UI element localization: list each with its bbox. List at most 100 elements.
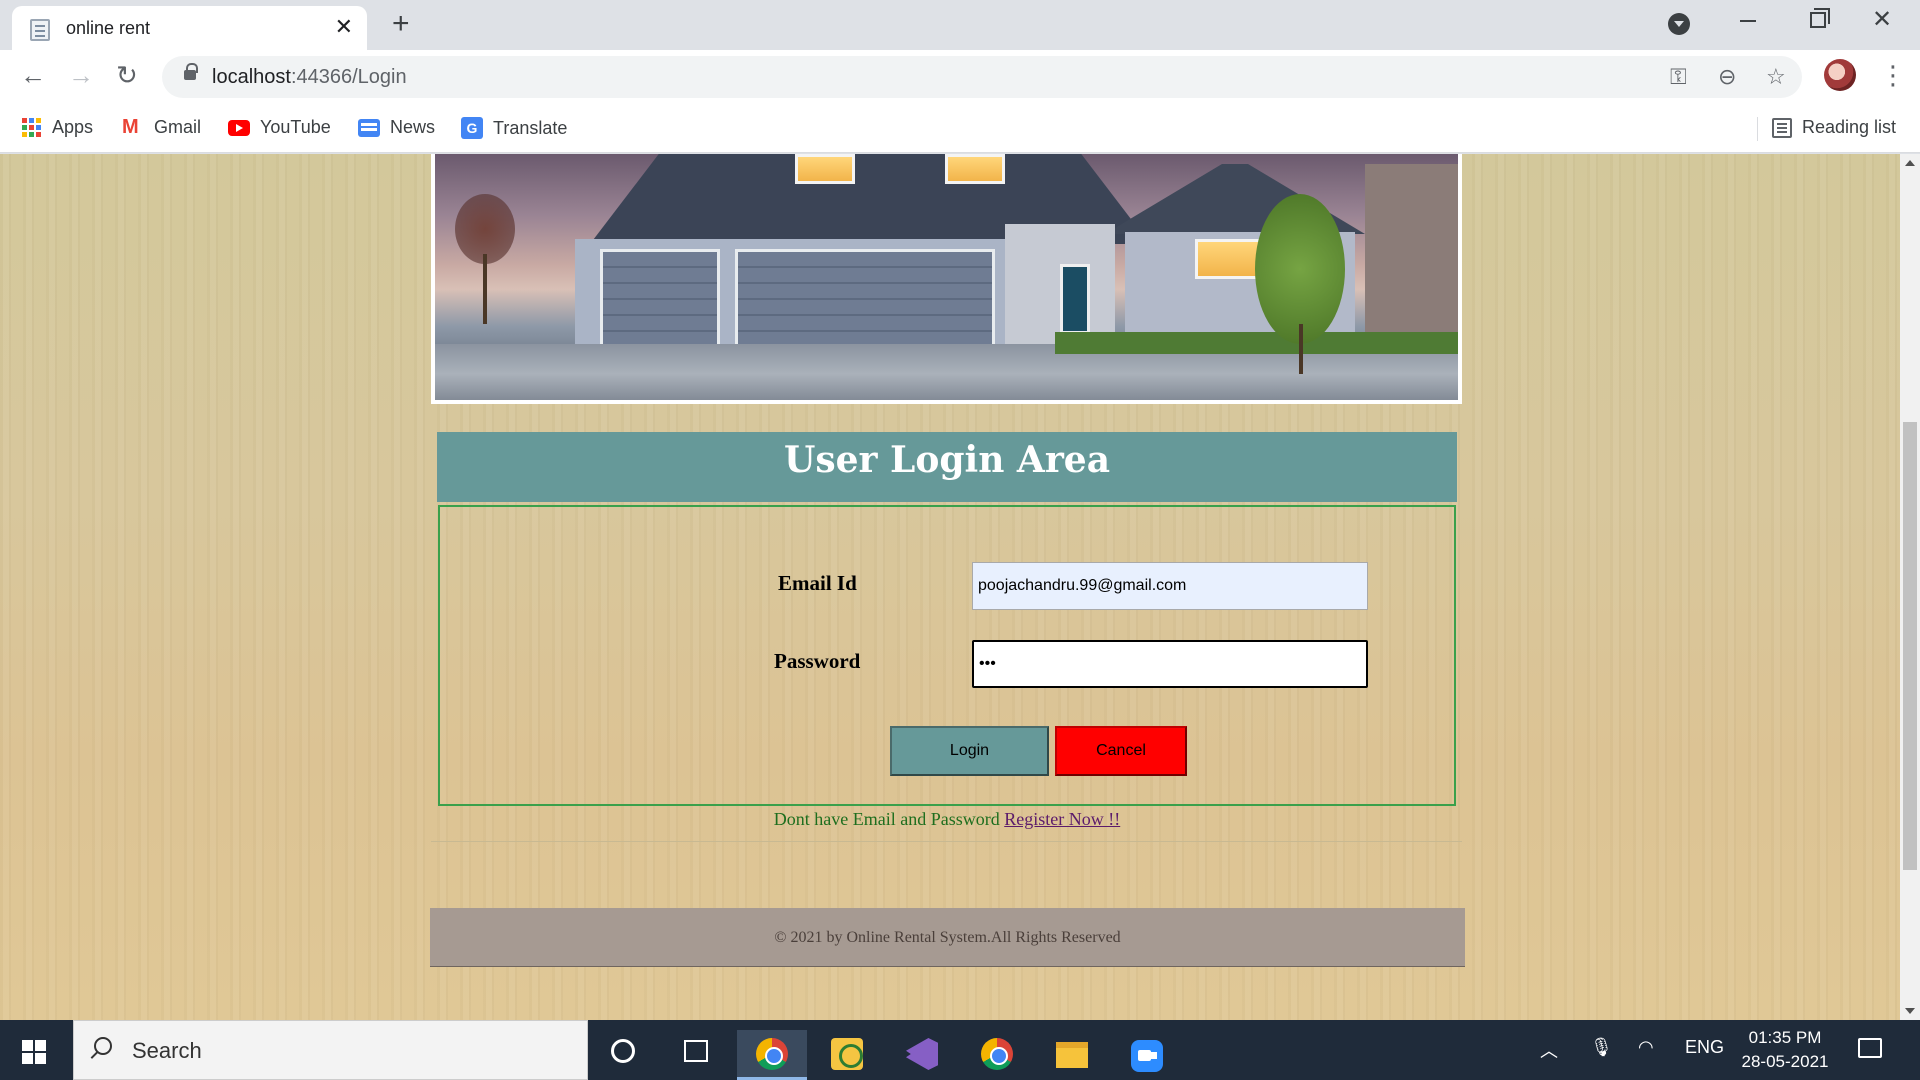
key-icon[interactable]: ⚿	[1670, 64, 1687, 90]
restore-icon[interactable]	[1810, 8, 1830, 28]
password-label: Password	[774, 649, 861, 673]
email-label: Email Id	[778, 571, 857, 595]
taskbar-clock[interactable]: 01:35 PM 28-05-2021	[1730, 1026, 1840, 1074]
reading-list-button[interactable]: Reading list	[1772, 117, 1896, 138]
browser-toolbar: ← → ↻ localhost:44366/Login ⚿ ⊖ ☆ ⋮	[0, 50, 1920, 105]
zoom-app-icon	[1131, 1040, 1163, 1072]
house-banner	[431, 154, 1462, 404]
password-field[interactable]	[972, 640, 1368, 688]
task-view-icon[interactable]	[684, 1040, 708, 1062]
taskbar-zoom[interactable]	[1112, 1030, 1182, 1080]
bookmark-label: Apps	[52, 117, 94, 137]
news-icon	[358, 118, 380, 137]
chrome-icon	[756, 1038, 788, 1070]
taskbar-chrome-active[interactable]	[737, 1030, 807, 1080]
search-placeholder: Search	[132, 1038, 202, 1063]
reload-icon[interactable]: ↻	[116, 60, 138, 90]
bookmark-gmail[interactable]: Gmail	[122, 116, 201, 139]
file-explorer-icon	[1056, 1042, 1088, 1068]
divider	[1757, 117, 1758, 141]
translate-icon: G	[461, 117, 483, 139]
tab-search-icon[interactable]	[1668, 13, 1690, 35]
garage-door-image	[600, 249, 720, 349]
bookmark-youtube[interactable]: YouTube	[228, 117, 331, 138]
youtube-icon	[228, 119, 250, 136]
star-icon[interactable]: ☆	[1766, 64, 1786, 90]
microphone-icon[interactable]: 🎙	[1590, 1037, 1613, 1058]
taskbar-search[interactable]: Search	[73, 1020, 588, 1080]
url-text[interactable]: localhost:44366/Login	[212, 66, 407, 89]
windows-taskbar: Search ︿ 🎙 ◠ ENG 01:35 PM 28-05-2021	[0, 1020, 1920, 1080]
zoom-out-icon[interactable]: ⊖	[1718, 64, 1736, 90]
register-text: Dont have Email and Password	[773, 809, 1000, 829]
wifi-icon[interactable]: ◠	[1638, 1037, 1654, 1058]
neighbor-house-image	[1365, 164, 1458, 344]
bookmark-news[interactable]: News	[358, 117, 435, 138]
register-link[interactable]: Register Now !!	[1004, 809, 1120, 829]
bookmarks-bar: Apps Gmail YouTube News G Translate Read…	[0, 105, 1920, 153]
minimize-icon[interactable]	[1740, 20, 1756, 22]
visual-studio-icon	[906, 1038, 938, 1070]
tab-title: online rent	[66, 18, 151, 38]
bookmark-label: YouTube	[260, 117, 331, 137]
apps-icon	[22, 117, 42, 138]
bookmark-label: News	[390, 117, 436, 137]
taskbar-visual-studio[interactable]	[887, 1030, 957, 1080]
avatar[interactable]	[1824, 59, 1856, 91]
clock-time: 01:35 PM	[1748, 1028, 1822, 1047]
bookmark-apps[interactable]: Apps	[22, 117, 93, 138]
garage-door-image	[735, 249, 995, 349]
taskbar-file-explorer[interactable]	[1037, 1030, 1107, 1080]
page-icon	[30, 19, 50, 41]
lock-icon[interactable]	[184, 63, 198, 80]
login-button[interactable]: Login	[890, 726, 1049, 776]
cancel-button[interactable]: Cancel	[1055, 726, 1187, 776]
page-title: User Login Area	[783, 439, 1111, 481]
tree-trunk	[483, 254, 487, 324]
login-header: User Login Area	[437, 432, 1457, 502]
page-scrollbar[interactable]	[1900, 154, 1920, 1020]
app-icon	[831, 1038, 863, 1070]
page-footer: © 2021 by Online Rental System.All Right…	[430, 908, 1465, 967]
page-viewport: User Login Area Email Id Password Login …	[0, 154, 1900, 1020]
language-indicator[interactable]: ENG	[1685, 1037, 1724, 1058]
reading-list-label: Reading list	[1802, 117, 1897, 137]
register-prompt: Dont have Email and Password Register No…	[437, 809, 1457, 830]
tree-trunk	[1299, 324, 1303, 374]
bookmark-translate[interactable]: G Translate	[461, 117, 567, 139]
window-image	[795, 154, 855, 184]
taskbar-app[interactable]	[812, 1030, 882, 1080]
scroll-thumb[interactable]	[1903, 422, 1917, 870]
windows-start-icon[interactable]	[22, 1040, 46, 1064]
bookmark-label: Translate	[493, 117, 568, 138]
lawn-image	[1055, 332, 1458, 354]
clock-date: 28-05-2021	[1741, 1052, 1829, 1071]
login-form: Email Id Password Login Cancel	[438, 505, 1456, 806]
back-arrow-icon[interactable]: ←	[20, 60, 46, 90]
reading-list-icon	[1772, 117, 1792, 138]
footer-text: © 2021 by Online Rental System.All Right…	[774, 929, 1121, 946]
cortana-icon[interactable]	[611, 1039, 635, 1063]
taskbar-chrome[interactable]	[962, 1030, 1032, 1080]
house-image	[435, 154, 1458, 400]
window-image	[945, 154, 1005, 184]
plus-icon[interactable]: +	[392, 8, 410, 40]
address-bar[interactable]: localhost:44366/Login ⚿ ⊖ ☆	[162, 56, 1802, 98]
search-icon	[94, 1037, 112, 1055]
forward-arrow-icon[interactable]: →	[68, 60, 94, 90]
browser-tab[interactable]: online rent ✕	[12, 6, 367, 50]
menu-icon[interactable]: ⋮	[1880, 60, 1906, 90]
scroll-up-icon[interactable]	[1905, 160, 1915, 166]
gmail-icon	[122, 116, 144, 139]
tree-image	[1255, 194, 1345, 344]
chrome-icon	[981, 1038, 1013, 1070]
notification-icon[interactable]	[1858, 1038, 1882, 1058]
close-icon[interactable]: ✕	[335, 15, 353, 39]
email-field[interactable]	[972, 562, 1368, 610]
scroll-down-icon[interactable]	[1905, 1008, 1915, 1014]
tab-strip: online rent ✕ + ✕	[0, 0, 1920, 50]
divider	[431, 841, 1462, 842]
window-close-icon[interactable]: ✕	[1872, 6, 1892, 34]
front-door-image	[1060, 264, 1090, 334]
chevron-up-icon[interactable]: ︿	[1540, 1037, 1558, 1063]
